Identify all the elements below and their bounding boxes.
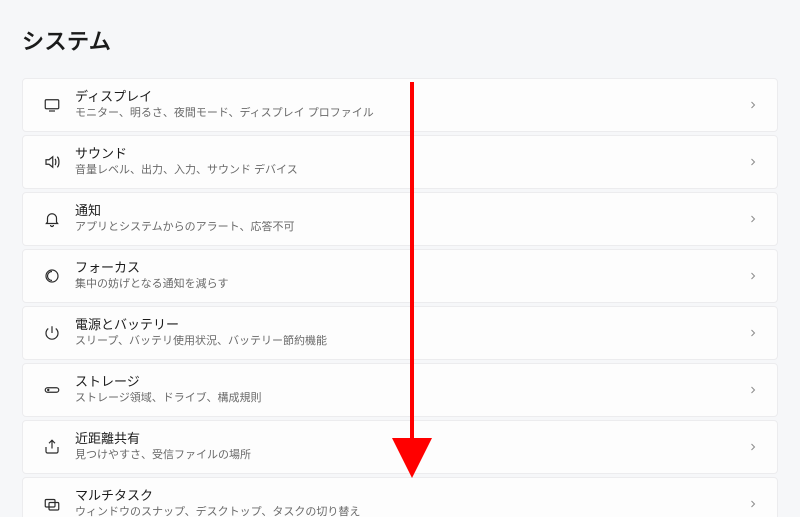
- setting-item-subtitle: ウィンドウのスナップ、デスクトップ、タスクの切り替え: [75, 506, 743, 517]
- focus-icon: [35, 267, 69, 285]
- share-icon: [35, 438, 69, 456]
- chevron-right-icon: [743, 327, 763, 339]
- settings-list: ディスプレイ モニター、明るさ、夜間モード、ディスプレイ プロファイル サウンド…: [22, 78, 778, 517]
- chevron-right-icon: [743, 156, 763, 168]
- setting-item-texts: サウンド 音量レベル、出力、入力、サウンド デバイス: [69, 146, 743, 178]
- setting-item-title: 近距離共有: [75, 431, 743, 447]
- setting-item-texts: 近距離共有 見つけやすさ、受信ファイルの場所: [69, 431, 743, 463]
- setting-item-subtitle: スリープ、バッテリ使用状況、バッテリー節約機能: [75, 335, 743, 349]
- display-icon: [35, 96, 69, 114]
- chevron-right-icon: [743, 498, 763, 510]
- chevron-right-icon: [743, 270, 763, 282]
- setting-item-title: サウンド: [75, 146, 743, 162]
- chevron-right-icon: [743, 441, 763, 453]
- setting-item-subtitle: アプリとシステムからのアラート、応答不可: [75, 221, 743, 235]
- setting-item-title: 通知: [75, 203, 743, 219]
- bell-icon: [35, 210, 69, 228]
- setting-item-subtitle: 見つけやすさ、受信ファイルの場所: [75, 449, 743, 463]
- setting-item-subtitle: 音量レベル、出力、入力、サウンド デバイス: [75, 164, 743, 178]
- page-title: システム: [22, 24, 778, 56]
- setting-item-title: マルチタスク: [75, 488, 743, 504]
- setting-item-texts: マルチタスク ウィンドウのスナップ、デスクトップ、タスクの切り替え: [69, 488, 743, 517]
- setting-item-display[interactable]: ディスプレイ モニター、明るさ、夜間モード、ディスプレイ プロファイル: [22, 78, 778, 132]
- setting-item-texts: ストレージ ストレージ領域、ドライブ、構成規則: [69, 374, 743, 406]
- setting-item-storage[interactable]: ストレージ ストレージ領域、ドライブ、構成規則: [22, 363, 778, 417]
- setting-item-focus[interactable]: フォーカス 集中の妨げとなる通知を減らす: [22, 249, 778, 303]
- setting-item-notifications[interactable]: 通知 アプリとシステムからのアラート、応答不可: [22, 192, 778, 246]
- setting-item-nearby-share[interactable]: 近距離共有 見つけやすさ、受信ファイルの場所: [22, 420, 778, 474]
- setting-item-sound[interactable]: サウンド 音量レベル、出力、入力、サウンド デバイス: [22, 135, 778, 189]
- chevron-right-icon: [743, 384, 763, 396]
- setting-item-texts: フォーカス 集中の妨げとなる通知を減らす: [69, 260, 743, 292]
- setting-item-subtitle: ストレージ領域、ドライブ、構成規則: [75, 392, 743, 406]
- setting-item-title: フォーカス: [75, 260, 743, 276]
- setting-item-subtitle: 集中の妨げとなる通知を減らす: [75, 278, 743, 292]
- setting-item-title: ディスプレイ: [75, 89, 743, 105]
- setting-item-texts: 電源とバッテリー スリープ、バッテリ使用状況、バッテリー節約機能: [69, 317, 743, 349]
- setting-item-texts: 通知 アプリとシステムからのアラート、応答不可: [69, 203, 743, 235]
- multitask-icon: [35, 495, 69, 513]
- chevron-right-icon: [743, 213, 763, 225]
- setting-item-title: 電源とバッテリー: [75, 317, 743, 333]
- setting-item-subtitle: モニター、明るさ、夜間モード、ディスプレイ プロファイル: [75, 107, 743, 121]
- storage-icon: [35, 381, 69, 399]
- sound-icon: [35, 153, 69, 171]
- setting-item-texts: ディスプレイ モニター、明るさ、夜間モード、ディスプレイ プロファイル: [69, 89, 743, 121]
- chevron-right-icon: [743, 99, 763, 111]
- setting-item-multitask[interactable]: マルチタスク ウィンドウのスナップ、デスクトップ、タスクの切り替え: [22, 477, 778, 517]
- power-icon: [35, 324, 69, 342]
- setting-item-title: ストレージ: [75, 374, 743, 390]
- setting-item-power[interactable]: 電源とバッテリー スリープ、バッテリ使用状況、バッテリー節約機能: [22, 306, 778, 360]
